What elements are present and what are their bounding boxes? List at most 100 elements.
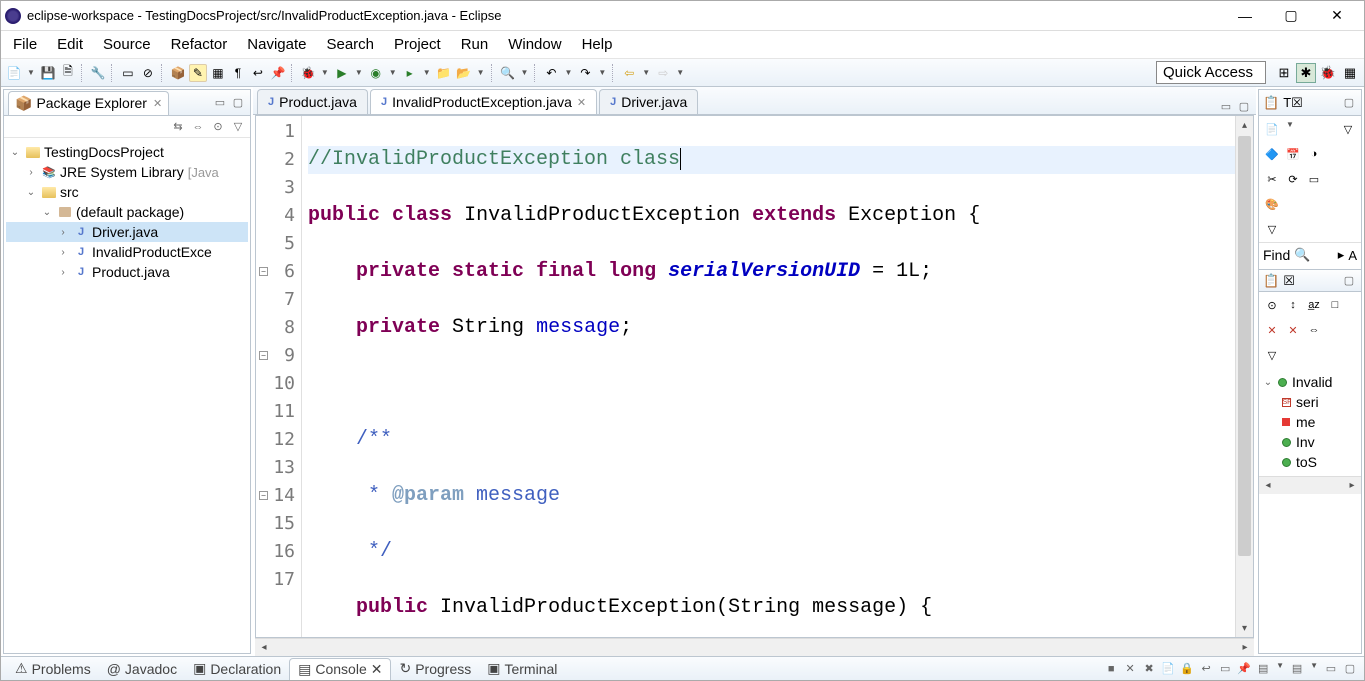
save-all-icon[interactable]: 🗎 [59, 64, 77, 82]
twist-open-icon[interactable]: ⌄ [1261, 377, 1275, 388]
java-perspective-icon[interactable]: ✱ [1296, 63, 1316, 83]
open-console-icon[interactable]: ▤ [1289, 661, 1305, 677]
dropdown-icon[interactable]: ▼ [640, 68, 652, 77]
close-icon[interactable]: ✕ [153, 97, 162, 110]
fold-marker-icon[interactable]: − [259, 267, 268, 276]
schedule-icon[interactable]: 📅 [1284, 145, 1302, 163]
dropdown-icon[interactable]: ▼ [319, 68, 331, 77]
skip-breakpoints-icon[interactable]: ⊘ [139, 64, 157, 82]
menu-source[interactable]: Source [93, 32, 161, 57]
toggle-word-wrap-icon[interactable]: ↩ [249, 64, 267, 82]
scroll-left-icon[interactable]: ◂ [1259, 477, 1277, 494]
remove-all-icon[interactable]: ✖ [1141, 661, 1157, 677]
twist-closed-icon[interactable]: › [24, 167, 38, 178]
tree-file-invalid[interactable]: › J InvalidProductExce [6, 242, 248, 262]
new-java-project-icon[interactable]: 📁 [435, 64, 453, 82]
twist-open-icon[interactable]: ⌄ [40, 207, 54, 218]
mark-occurrences-icon[interactable]: ✎ [189, 64, 207, 82]
tab-progress[interactable]: ↻ Progress [391, 658, 479, 679]
collapse-icon[interactable]: ✂ [1263, 170, 1281, 188]
twist-closed-icon[interactable]: › [56, 267, 70, 278]
code-content[interactable]: //InvalidProductException class public c… [302, 116, 1235, 637]
tab-javadoc[interactable]: @ Javadoc [99, 659, 185, 679]
close-icon[interactable]: ✕ [371, 661, 383, 678]
outline-hscroll[interactable]: ◂ ▸ [1259, 476, 1361, 494]
debug-icon[interactable]: 🐞 [299, 64, 317, 82]
categorize-icon[interactable]: 🔷 [1263, 145, 1281, 163]
tree-file-product[interactable]: › J Product.java [6, 262, 248, 282]
menu-run[interactable]: Run [451, 32, 499, 57]
editor-tab-invalid[interactable]: J InvalidProductException.java ✕ [370, 89, 597, 114]
expand-down-icon[interactable]: ▽ [1263, 220, 1281, 238]
collapse-all-icon[interactable]: ⇆ [170, 119, 186, 135]
menu-navigate[interactable]: Navigate [237, 32, 316, 57]
minimize-editor-icon[interactable]: ▭ [1218, 98, 1234, 114]
scroll-lock-icon[interactable]: 🔒 [1179, 661, 1195, 677]
new-package-icon[interactable]: 📦 [169, 64, 187, 82]
tree-src[interactable]: ⌄ src [6, 182, 248, 202]
fold-marker-icon[interactable]: − [259, 351, 268, 360]
dropdown-icon[interactable]: ▼ [475, 68, 487, 77]
dropdown-icon[interactable]: ▼ [1308, 661, 1320, 677]
tab-problems[interactable]: ⚠ Problems [7, 658, 99, 679]
tree-default-package[interactable]: ⌄ (default package) [6, 202, 248, 222]
link-editor-icon[interactable]: ⇔ [1305, 321, 1323, 339]
run-icon[interactable]: ▶ [333, 64, 351, 82]
focus-task-icon[interactable]: ◑ [1305, 145, 1323, 163]
menu-refactor[interactable]: Refactor [161, 32, 238, 57]
search-icon[interactable]: 🔍 [499, 64, 517, 82]
close-button[interactable]: ✕ [1314, 1, 1360, 31]
view-menu-icon[interactable]: ▽ [1339, 120, 1357, 138]
maximize-view-icon[interactable]: ▢ [230, 95, 246, 111]
maximize-editor-icon[interactable]: ▢ [1236, 98, 1252, 114]
maximize-button[interactable]: ▢ [1268, 1, 1314, 31]
new-java-class-icon[interactable]: 📂 [455, 64, 473, 82]
menu-file[interactable]: File [3, 32, 47, 57]
new-task-icon[interactable]: 📄 [1263, 120, 1281, 138]
display-selected-icon[interactable]: ▤ [1255, 661, 1271, 677]
maximize-bottom-icon[interactable]: ▢ [1342, 661, 1358, 677]
block-selection-icon[interactable]: ▦ [209, 64, 227, 82]
clear-console-icon[interactable]: 📄 [1160, 661, 1176, 677]
hide-nonpublic-icon[interactable]: ✕ [1263, 321, 1281, 339]
vertical-scrollbar[interactable]: ▴ ▾ [1235, 116, 1253, 637]
open-perspective-icon[interactable]: ⊞ [1274, 63, 1294, 83]
editor-tab-product[interactable]: J Product.java [257, 89, 368, 114]
prev-annotation-icon[interactable]: ↶ [542, 64, 560, 82]
focus-icon[interactable]: ⊙ [210, 119, 226, 135]
dropdown-icon[interactable]: ▼ [1274, 661, 1286, 677]
scroll-up-icon[interactable]: ▴ [1236, 116, 1253, 134]
dropdown-icon[interactable]: ▼ [674, 68, 686, 77]
run-last-icon[interactable]: ▸ [401, 64, 419, 82]
expand-down-icon[interactable]: ▽ [1263, 346, 1281, 364]
back-icon[interactable]: ⇦ [620, 64, 638, 82]
scroll-down-icon[interactable]: ▾ [1236, 619, 1253, 637]
view-menu-icon[interactable]: ▽ [230, 119, 246, 135]
horizontal-scrollbar[interactable]: ◂ ▸ [255, 638, 1254, 656]
tab-terminal[interactable]: ▣ Terminal [479, 658, 565, 679]
outline-tostring[interactable]: toS [1261, 452, 1359, 472]
search-icon[interactable]: 🔍 [1294, 247, 1310, 263]
dropdown-icon[interactable]: ▼ [25, 68, 37, 77]
show-whitespace-icon[interactable]: ¶ [229, 64, 247, 82]
save-icon[interactable]: 💾 [39, 64, 57, 82]
word-wrap-icon[interactable]: ↩ [1198, 661, 1214, 677]
tree-file-driver[interactable]: › J Driver.java [6, 222, 248, 242]
pin-editor-icon[interactable]: 📌 [269, 64, 287, 82]
scroll-right-icon[interactable]: ▸ [1343, 477, 1361, 494]
minimize-bottom-icon[interactable]: ▭ [1323, 661, 1339, 677]
menu-project[interactable]: Project [384, 32, 451, 57]
minimize-button[interactable]: — [1222, 1, 1268, 31]
twist-open-icon[interactable]: ⌄ [24, 187, 38, 198]
toggle-breadcrumb-icon[interactable]: ▭ [119, 64, 137, 82]
close-tab-icon[interactable]: ✕ [577, 96, 586, 109]
restore-view-icon[interactable]: ▢ [1341, 273, 1357, 289]
minimize-view-icon[interactable]: ▭ [212, 95, 228, 111]
menu-search[interactable]: Search [316, 32, 384, 57]
dropdown-icon[interactable]: ▼ [596, 68, 608, 77]
outline-constructor[interactable]: Inv [1261, 432, 1359, 452]
coverage-icon[interactable]: ◉ [367, 64, 385, 82]
tree-project[interactable]: ⌄ TestingDocsProject [6, 142, 248, 162]
team-perspective-icon[interactable]: ▦ [1340, 63, 1360, 83]
terminate-icon[interactable]: ■ [1103, 661, 1119, 677]
